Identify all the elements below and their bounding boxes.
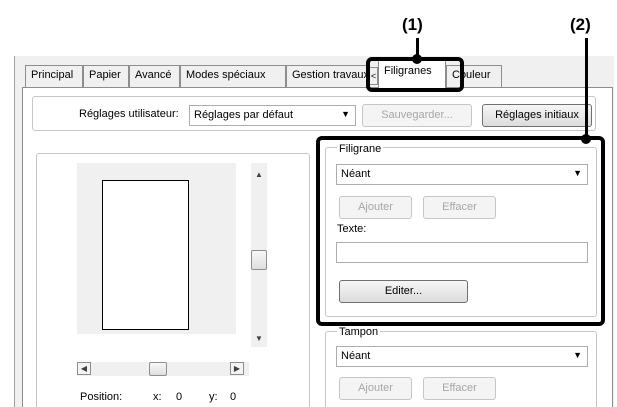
preview-page bbox=[102, 180, 189, 330]
callout-dot-2 bbox=[581, 134, 591, 144]
chevron-down-icon: ▼ bbox=[573, 350, 582, 360]
position-label: Position: bbox=[80, 391, 123, 403]
scroll-left-arrow-icon[interactable]: ◀ bbox=[77, 362, 91, 375]
tab-principal[interactable]: Principal bbox=[25, 65, 83, 87]
stamp-select-value: Néant bbox=[341, 350, 371, 362]
callout-label-1: (1) bbox=[402, 15, 423, 34]
stamp-delete-button[interactable]: Effacer bbox=[423, 377, 496, 400]
position-y-label: y: bbox=[209, 391, 218, 403]
position-x-value: 0 bbox=[176, 391, 183, 403]
scroll-right-arrow-icon[interactable]: ▶ bbox=[230, 362, 244, 375]
callout-dot-1 bbox=[412, 54, 422, 64]
position-x-label: x: bbox=[153, 391, 162, 403]
scroll-down-arrow-icon[interactable]: ▼ bbox=[251, 334, 267, 343]
callout-label-2: (2) bbox=[570, 15, 591, 34]
position-y-value: 0 bbox=[230, 391, 237, 403]
vertical-scroll-thumb[interactable] bbox=[251, 250, 267, 270]
stamp-add-button[interactable]: Ajouter bbox=[339, 377, 412, 400]
stamp-group-label: Tampon bbox=[337, 326, 381, 338]
stamp-dropdown[interactable]: Néant ▼ bbox=[336, 346, 588, 367]
initial-settings-button[interactable]: Réglages initiaux bbox=[482, 104, 592, 127]
tab-gestion-travaux[interactable]: Gestion travaux bbox=[286, 65, 370, 87]
scroll-up-arrow-icon[interactable]: ▲ bbox=[251, 170, 267, 179]
user-settings-dropdown[interactable]: Réglages par défaut ▼ bbox=[189, 105, 356, 126]
user-settings-label: Réglages utilisateur: bbox=[79, 108, 179, 120]
watermark-highlight-frame bbox=[316, 136, 605, 326]
tab-modes-speciaux[interactable]: Modes spéciaux bbox=[180, 65, 286, 87]
save-settings-button[interactable]: Sauvegarder... bbox=[362, 104, 472, 127]
tab-papier[interactable]: Papier bbox=[83, 65, 129, 87]
tab-avance[interactable]: Avancé bbox=[129, 65, 180, 87]
user-settings-value: Réglages par défaut bbox=[194, 109, 294, 121]
horizontal-scroll-thumb[interactable] bbox=[149, 362, 167, 376]
callout-leader-2 bbox=[585, 38, 588, 138]
chevron-down-icon: ▼ bbox=[341, 109, 350, 119]
